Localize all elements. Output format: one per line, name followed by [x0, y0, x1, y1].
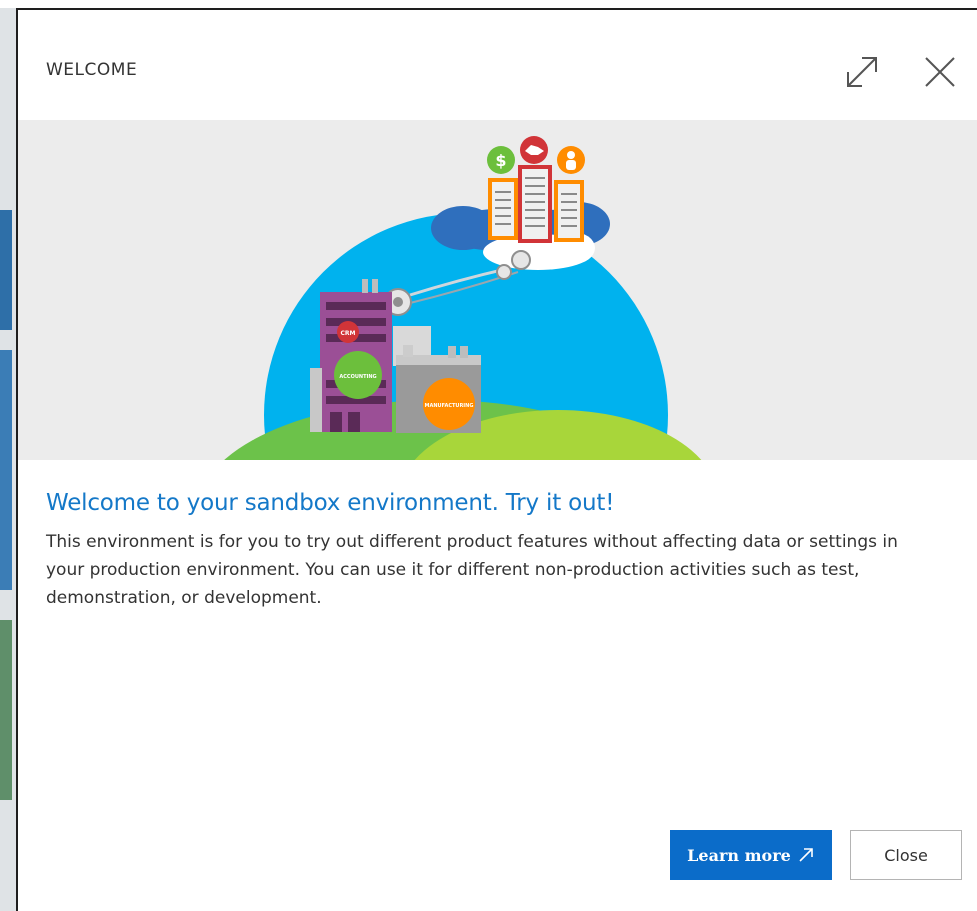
background-panel — [0, 620, 12, 800]
close-button[interactable]: Close — [850, 830, 962, 880]
welcome-heading: Welcome to your sandbox environment. Try… — [46, 490, 615, 516]
dialog-header: WELCOME — [18, 10, 977, 120]
expand-icon — [847, 57, 877, 87]
crm-badge: CRM — [337, 321, 359, 343]
dialog-content: Welcome to your sandbox environment. Try… — [46, 490, 926, 612]
person-icon — [557, 146, 585, 174]
manufacturing-label: MANUFACTURING — [425, 403, 474, 409]
crm-label: CRM — [341, 330, 356, 337]
accounting-label: ACCOUNTING — [339, 374, 376, 380]
manufacturing-badge: MANUFACTURING — [423, 378, 475, 430]
background-panel — [0, 350, 12, 590]
external-link-icon — [799, 848, 813, 862]
svg-text:$: $ — [495, 151, 506, 170]
close-dialog-button[interactable] — [918, 50, 962, 94]
frame-top — [0, 0, 977, 8]
learn-more-button[interactable]: Learn more — [670, 830, 832, 880]
close-icon — [925, 57, 955, 87]
welcome-illustration-banner: $ CRM ACCOUNTING MANUFACTURING — [18, 120, 977, 460]
welcome-description: This environment is for you to try out d… — [46, 532, 898, 608]
cloud-servers — [488, 165, 584, 243]
background-panel — [0, 210, 12, 330]
handshake-icon — [520, 136, 548, 164]
accounting-badge: ACCOUNTING — [334, 351, 382, 399]
money-icon: $ — [487, 146, 515, 174]
dialog-title: WELCOME — [46, 60, 138, 80]
learn-more-label: Learn more — [687, 845, 791, 865]
welcome-illustration: $ CRM ACCOUNTING MANUFACTURING — [224, 136, 702, 460]
expand-button[interactable] — [840, 50, 884, 94]
welcome-dialog: WELCOME $ CRM ACCOUNTING MANUFACTURING W… — [16, 8, 977, 911]
